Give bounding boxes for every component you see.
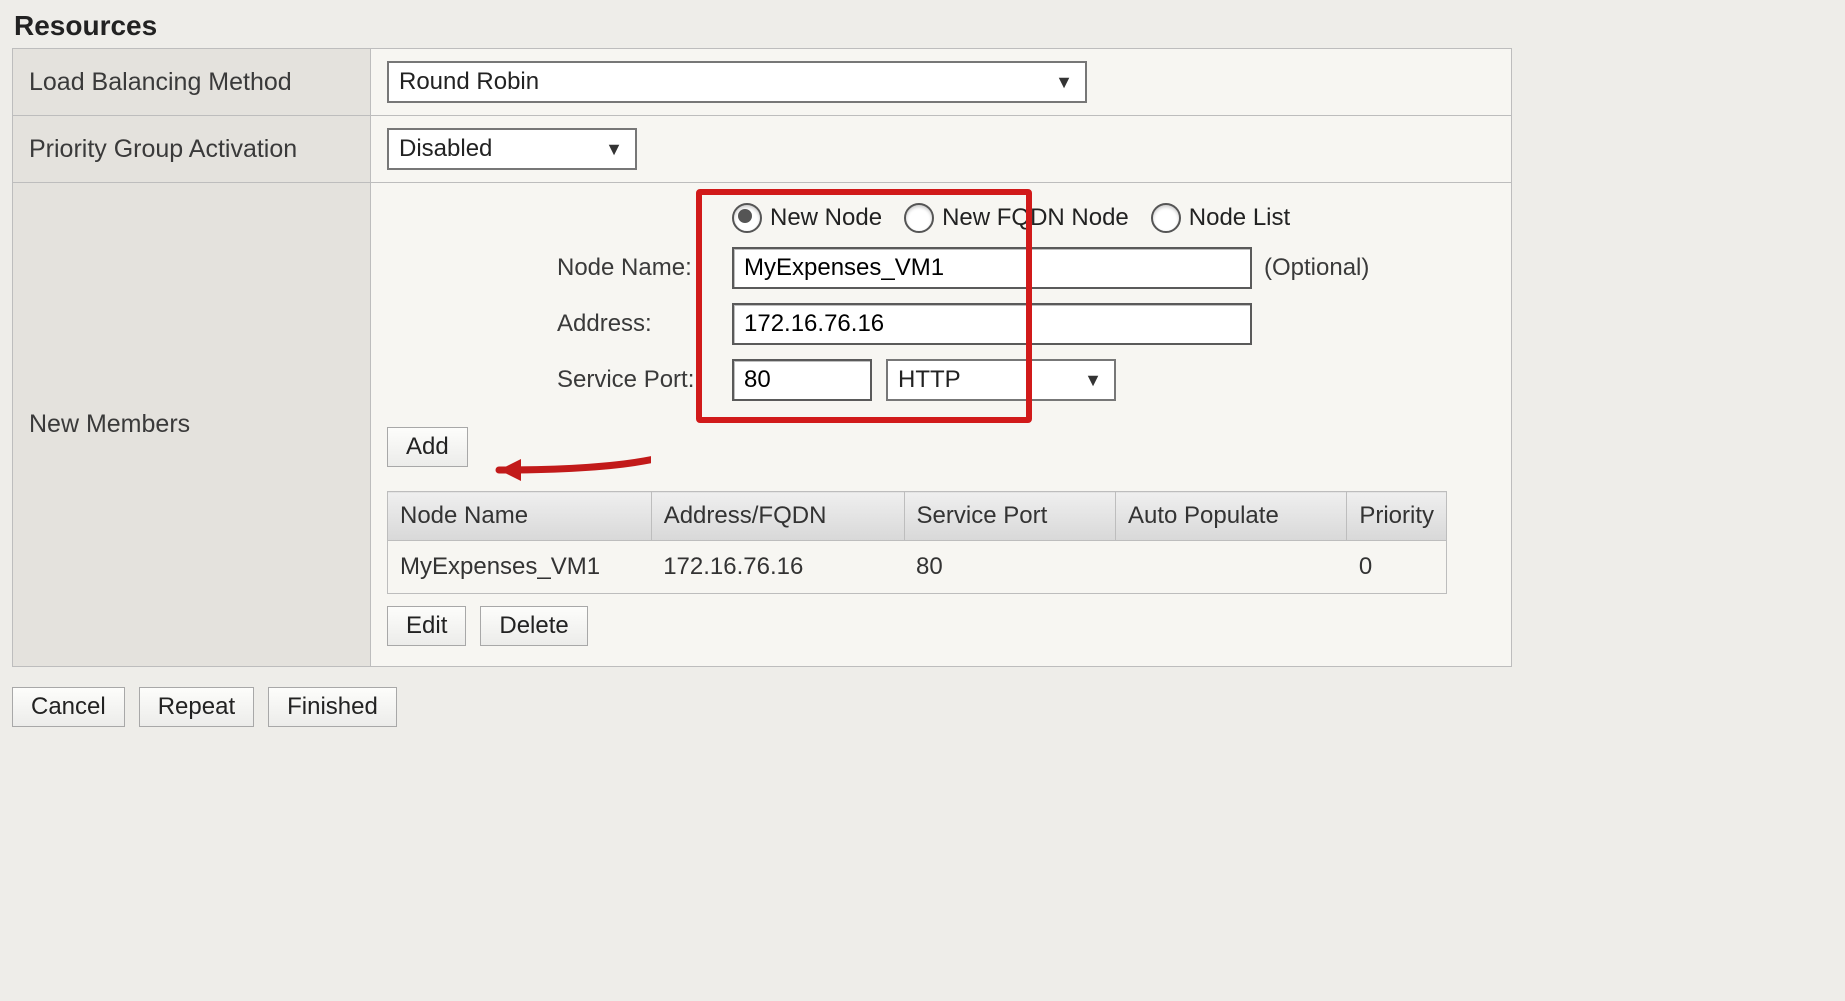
label-address: Address: (557, 310, 732, 338)
radio-new-fqdn-label: New FQDN Node (942, 204, 1129, 232)
edit-button[interactable]: Edit (387, 606, 466, 646)
label-new-members: New Members (13, 183, 371, 667)
add-row: Add (387, 427, 1495, 467)
delete-button[interactable]: Delete (480, 606, 587, 646)
member-form: New Node New FQDN Node Node List Node Na… (557, 203, 1495, 401)
radio-node-list[interactable] (1151, 203, 1181, 233)
row-node-name: Node Name: (Optional) (557, 247, 1495, 289)
finished-button[interactable]: Finished (268, 687, 397, 727)
table-row[interactable]: MyExpenses_VM1 172.16.76.16 80 0 (388, 541, 1447, 594)
radio-new-node[interactable] (732, 203, 762, 233)
value-new-members: New Node New FQDN Node Node List Node Na… (371, 183, 1512, 667)
chevron-down-icon: ▼ (605, 139, 623, 160)
label-node-name: Node Name: (557, 254, 732, 282)
value-priority-group: Disabled ▼ (371, 116, 1512, 183)
row-priority-group: Priority Group Activation Disabled ▼ (13, 116, 1512, 183)
cancel-button[interactable]: Cancel (12, 687, 125, 727)
add-button[interactable]: Add (387, 427, 468, 467)
radio-new-fqdn-node[interactable] (904, 203, 934, 233)
section-title: Resources (14, 10, 1833, 42)
service-port-protocol-select[interactable]: HTTP ▼ (886, 359, 1116, 401)
col-address: Address/FQDN (651, 492, 904, 541)
label-service-port: Service Port: (557, 366, 732, 394)
cell-auto-populate (1116, 541, 1347, 594)
chevron-down-icon: ▼ (1055, 72, 1073, 93)
cell-address: 172.16.76.16 (651, 541, 904, 594)
page: Resources Load Balancing Method Round Ro… (0, 10, 1845, 1001)
footer-button-row: Cancel Repeat Finished (12, 687, 1833, 727)
row-address: Address: (557, 303, 1495, 345)
resources-form-table: Load Balancing Method Round Robin ▼ Prio… (12, 48, 1512, 667)
row-service-port: Service Port: HTTP ▼ (557, 359, 1495, 401)
members-table: Node Name Address/FQDN Service Port Auto… (387, 491, 1447, 594)
cell-service-port: 80 (904, 541, 1115, 594)
service-port-protocol-value: HTTP (898, 366, 961, 394)
lb-method-select[interactable]: Round Robin ▼ (387, 61, 1087, 103)
optional-note: (Optional) (1264, 254, 1369, 282)
node-type-radio-group: New Node New FQDN Node Node List (732, 203, 1495, 233)
edit-delete-row: Edit Delete (387, 606, 1495, 646)
label-priority-group: Priority Group Activation (13, 116, 371, 183)
lb-method-select-value: Round Robin (399, 68, 539, 96)
service-port-input[interactable] (732, 359, 872, 401)
members-table-header-row: Node Name Address/FQDN Service Port Auto… (388, 492, 1447, 541)
label-lb-method: Load Balancing Method (13, 49, 371, 116)
col-priority: Priority (1347, 492, 1447, 541)
row-new-members: New Members New Node New FQDN Node Node … (13, 183, 1512, 667)
col-auto-populate: Auto Populate (1116, 492, 1347, 541)
node-name-input[interactable] (732, 247, 1252, 289)
priority-group-select-value: Disabled (399, 135, 492, 163)
chevron-down-icon: ▼ (1084, 370, 1102, 391)
cell-priority: 0 (1347, 541, 1447, 594)
radio-node-list-label: Node List (1189, 204, 1290, 232)
radio-new-node-label: New Node (770, 204, 882, 232)
address-input[interactable] (732, 303, 1252, 345)
cell-node-name: MyExpenses_VM1 (388, 541, 652, 594)
value-lb-method: Round Robin ▼ (371, 49, 1512, 116)
priority-group-select[interactable]: Disabled ▼ (387, 128, 637, 170)
col-node-name: Node Name (388, 492, 652, 541)
row-lb-method: Load Balancing Method Round Robin ▼ (13, 49, 1512, 116)
col-service-port: Service Port (904, 492, 1115, 541)
repeat-button[interactable]: Repeat (139, 687, 254, 727)
